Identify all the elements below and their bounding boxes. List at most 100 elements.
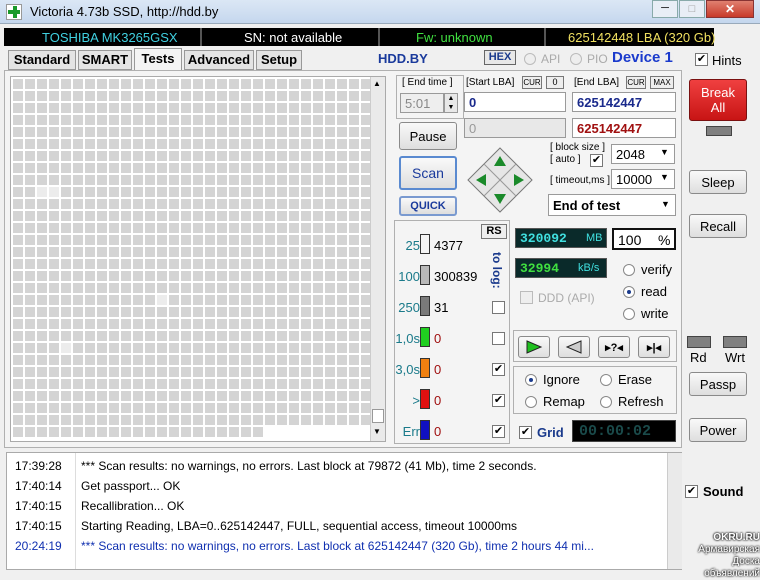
grid-cell (313, 223, 323, 233)
remap-radio[interactable] (525, 396, 537, 408)
rs-button[interactable]: RS (481, 224, 507, 239)
log-time: 20:24:19 (15, 539, 62, 553)
grid-cell (121, 343, 131, 353)
start-lba-input[interactable]: 0 (464, 92, 566, 112)
hex-button[interactable]: HEX (484, 50, 516, 65)
grid-cell (193, 79, 203, 89)
grid-cell (349, 103, 359, 113)
grid-checkbox[interactable]: ✔ (519, 426, 532, 439)
grid-cell (277, 127, 287, 137)
minimize-button[interactable]: ─ (652, 0, 678, 18)
mb-readout: 320092 MB (515, 228, 607, 248)
grid-cell (265, 415, 275, 425)
log-checkbox[interactable] (492, 301, 505, 314)
grid-cell (289, 319, 299, 329)
stat-swatch (420, 327, 430, 347)
grid-cell (181, 427, 191, 437)
grid-cell (301, 151, 311, 161)
start-cur-button[interactable]: CUR (522, 76, 542, 89)
end-action-select[interactable]: End of test (548, 194, 676, 216)
ddd-checkbox[interactable] (520, 291, 533, 304)
grid-cell (169, 199, 179, 209)
end-cur-button[interactable]: CUR (626, 76, 646, 89)
sleep-button[interactable]: Sleep (689, 170, 747, 194)
grid-cell (229, 103, 239, 113)
log-checkbox[interactable]: ✔ (492, 425, 505, 438)
grid-cell (289, 103, 299, 113)
grid-cell (253, 247, 263, 257)
read-radio[interactable] (623, 286, 635, 298)
ignore-radio[interactable] (525, 374, 537, 386)
grid-cell (265, 187, 275, 197)
grid-cell (133, 427, 143, 437)
direction-pad[interactable] (466, 146, 534, 214)
grid-cell (253, 235, 263, 245)
tab-smart[interactable]: SMART (78, 50, 132, 70)
end-time-spinner[interactable]: ▲ ▼ (444, 93, 458, 113)
tab-setup[interactable]: Setup (256, 50, 302, 70)
pio-radio[interactable] (570, 53, 582, 65)
end-time-input[interactable]: 5:01 (400, 93, 444, 113)
grid-cell (73, 103, 83, 113)
quick-button[interactable]: QUICK (399, 196, 457, 216)
grid-cell (145, 319, 155, 329)
jump-unknown-button[interactable]: ▸?◂ (598, 336, 630, 358)
grid-cell (85, 187, 95, 197)
scroll-thumb[interactable] (372, 409, 384, 423)
device-label[interactable]: Device 1 (612, 49, 673, 66)
grid-cell (217, 427, 227, 437)
grid-cell (229, 91, 239, 101)
erase-radio[interactable] (600, 374, 612, 386)
grid-cell (61, 295, 71, 305)
end-max-button[interactable]: MAX (650, 76, 674, 89)
stat-label: Err (402, 424, 420, 439)
recall-button[interactable]: Recall (689, 214, 747, 238)
grid-cell (253, 211, 263, 221)
site-link[interactable]: HDD.BY (378, 51, 428, 66)
power-button[interactable]: Power (689, 418, 747, 442)
start-zero-button[interactable]: 0 (546, 76, 564, 89)
grid-cell (277, 391, 287, 401)
jump-end-button[interactable]: ▸|◂ (638, 336, 670, 358)
reverse-button[interactable] (558, 336, 590, 358)
grid-cell (25, 211, 35, 221)
grid-cell (337, 355, 347, 365)
api-radio[interactable] (524, 53, 536, 65)
verify-radio[interactable] (623, 264, 635, 276)
log-checkbox[interactable]: ✔ (492, 394, 505, 407)
tab-advanced[interactable]: Advanced (184, 50, 254, 70)
grid-cell (241, 247, 251, 257)
write-radio[interactable] (623, 308, 635, 320)
grid-cell (289, 187, 299, 197)
pause-button[interactable]: Pause (399, 122, 457, 150)
grid-cell (265, 223, 275, 233)
break-all-button[interactable]: Break All (689, 79, 747, 121)
end-lba-input[interactable]: 625142447 (572, 92, 676, 112)
grid-scrollbar[interactable]: ▲ ▼ (370, 77, 385, 441)
auto-checkbox[interactable]: ✔ (590, 154, 603, 167)
maximize-button[interactable]: □ (679, 0, 705, 18)
grid-cell (349, 91, 359, 101)
play-button[interactable] (518, 336, 550, 358)
grid-cell (73, 271, 83, 281)
tab-tests[interactable]: Tests (134, 48, 182, 70)
grid-cell (181, 307, 191, 317)
log-checkbox[interactable] (492, 332, 505, 345)
tab-standard[interactable]: Standard (8, 50, 76, 70)
passp-button[interactable]: Passp (689, 372, 747, 396)
grid-cell (181, 415, 191, 425)
refresh-radio[interactable] (600, 396, 612, 408)
grid-cell (85, 355, 95, 365)
scan-button[interactable]: Scan (399, 156, 457, 190)
grid-cell (145, 391, 155, 401)
close-button[interactable]: ✕ (706, 0, 754, 18)
grid-cell (25, 199, 35, 209)
sound-checkbox[interactable]: ✔ (685, 485, 698, 498)
stat-count: 0 (434, 331, 442, 346)
hints-checkbox[interactable]: ✔ (695, 53, 708, 66)
grid-cell (241, 259, 251, 269)
grid-cell (109, 271, 119, 281)
log-checkbox[interactable]: ✔ (492, 363, 505, 376)
grid-cell (37, 115, 47, 125)
grid-cell (145, 91, 155, 101)
